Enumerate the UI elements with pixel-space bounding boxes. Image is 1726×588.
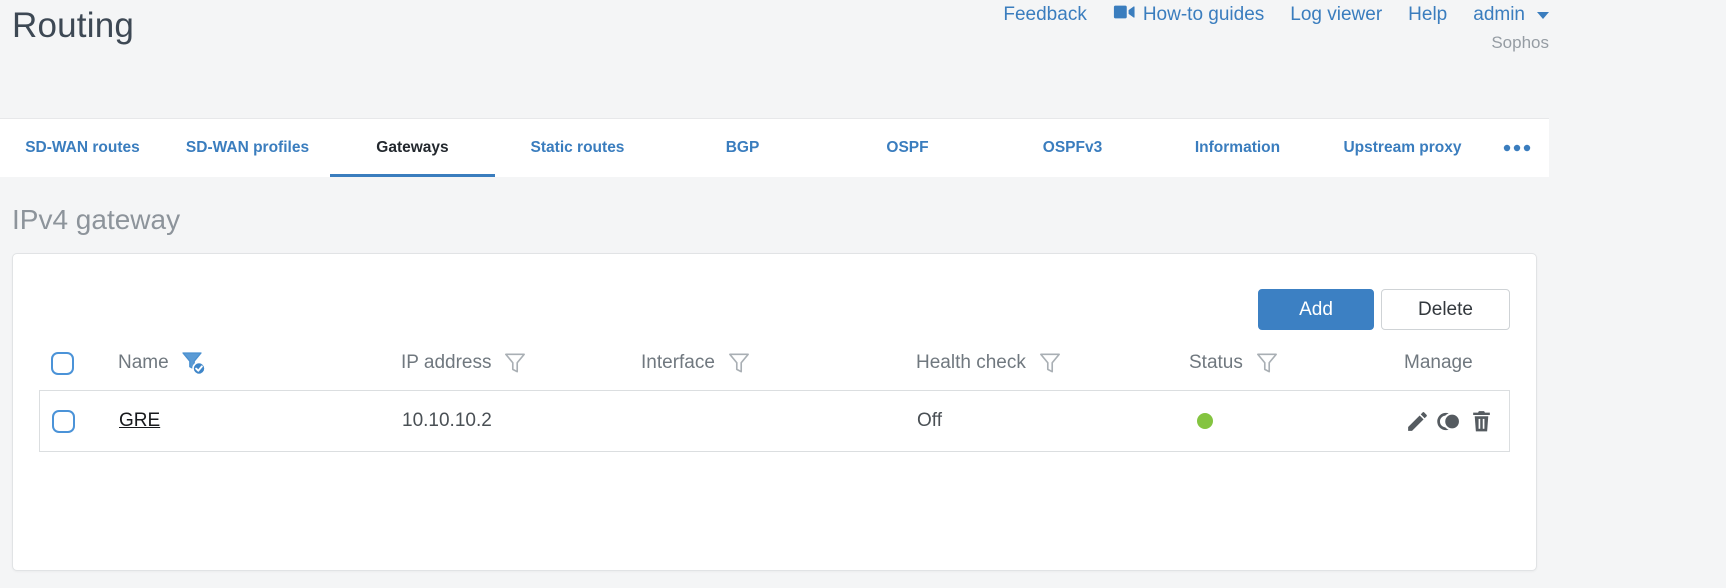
tab-upstream-proxy[interactable]: Upstream proxy	[1320, 119, 1485, 177]
column-label: Manage	[1404, 352, 1473, 373]
row-checkbox[interactable]	[52, 409, 75, 433]
tab-ospf[interactable]: OSPF	[825, 119, 990, 177]
delete-icon[interactable]	[1469, 409, 1494, 434]
table-row: GRE 10.10.10.2 Off	[39, 390, 1510, 452]
cell-status	[1190, 413, 1405, 429]
filter-icon[interactable]	[1037, 351, 1063, 376]
cell-health-check: Off	[917, 410, 942, 431]
howto-guides-label: How-to guides	[1142, 4, 1265, 25]
column-label: Status	[1189, 352, 1243, 373]
log-viewer-link[interactable]: Log viewer	[1290, 4, 1382, 26]
gateway-panel: Add Delete Name IP address Interface Hea…	[12, 253, 1537, 571]
column-header-ip-address: IP address	[401, 351, 641, 376]
column-label: Health check	[916, 352, 1026, 373]
column-label: Interface	[641, 352, 715, 373]
log-viewer-label: Log viewer	[1290, 4, 1383, 25]
column-header-interface: Interface	[641, 351, 916, 376]
column-header-status: Status	[1189, 351, 1404, 376]
header-right: Feedback How-to guides Log viewer Help a…	[1003, 4, 1549, 53]
tab-gateways[interactable]: Gateways	[330, 119, 495, 177]
help-label: Help	[1408, 4, 1448, 25]
column-header-health-check: Health check	[916, 351, 1189, 376]
status-up-indicator	[1197, 413, 1213, 429]
admin-menu-label: admin	[1473, 4, 1525, 25]
routing-page: Routing Feedback How-to guides Log viewe…	[0, 0, 1549, 588]
filter-icon[interactable]	[1254, 351, 1280, 376]
add-button[interactable]: Add	[1258, 289, 1374, 330]
cell-ip-address: 10.10.10.2	[402, 410, 492, 431]
row-checkbox-cell	[40, 409, 119, 433]
filter-active-icon[interactable]	[180, 350, 207, 376]
cell-name: GRE	[119, 410, 402, 432]
help-link[interactable]: Help	[1408, 4, 1447, 26]
column-label: IP address	[401, 352, 492, 373]
column-header-manage: Manage	[1404, 352, 1526, 374]
select-all-checkbox[interactable]	[51, 351, 74, 375]
routing-tabbar: SD-WAN routes SD-WAN profiles Gateways S…	[0, 118, 1549, 177]
clone-icon[interactable]	[1436, 409, 1463, 434]
brand-label: Sophos	[1491, 33, 1549, 52]
table-header-row: Name IP address Interface Health check S…	[39, 344, 1510, 382]
page-header: Routing Feedback How-to guides Log viewe…	[0, 0, 1549, 118]
column-label: Name	[118, 352, 169, 373]
edit-icon[interactable]	[1405, 409, 1430, 434]
filter-icon[interactable]	[502, 351, 528, 376]
howto-guides-link[interactable]: How-to guides	[1113, 4, 1264, 26]
video-camera-icon	[1113, 4, 1135, 26]
chevron-down-icon	[1537, 11, 1549, 19]
delete-button[interactable]: Delete	[1381, 289, 1510, 330]
tab-ospfv3[interactable]: OSPFv3	[990, 119, 1155, 177]
header-links: Feedback How-to guides Log viewer Help a…	[1003, 4, 1549, 26]
tab-bgp[interactable]: BGP	[660, 119, 825, 177]
section-title: IPv4 gateway	[12, 204, 181, 235]
gateway-name-link[interactable]: GRE	[119, 410, 160, 431]
header-checkbox-cell	[39, 351, 118, 375]
cell-manage	[1405, 409, 1527, 434]
feedback-label: Feedback	[1003, 4, 1087, 25]
tab-information[interactable]: Information	[1155, 119, 1320, 177]
tab-overflow-button[interactable]	[1485, 119, 1549, 177]
tab-sd-wan-profiles[interactable]: SD-WAN profiles	[165, 119, 330, 177]
filter-icon[interactable]	[726, 351, 752, 376]
column-header-name: Name	[118, 350, 401, 376]
main-content: IPv4 gateway Add Delete Name IP address …	[0, 204, 1549, 571]
tab-static-routes[interactable]: Static routes	[495, 119, 660, 177]
admin-menu[interactable]: admin	[1473, 4, 1549, 26]
table-toolbar: Add Delete	[39, 254, 1510, 330]
ellipsis-icon	[1503, 139, 1531, 157]
feedback-link[interactable]: Feedback	[1003, 4, 1086, 26]
tab-sd-wan-routes[interactable]: SD-WAN routes	[0, 119, 165, 177]
